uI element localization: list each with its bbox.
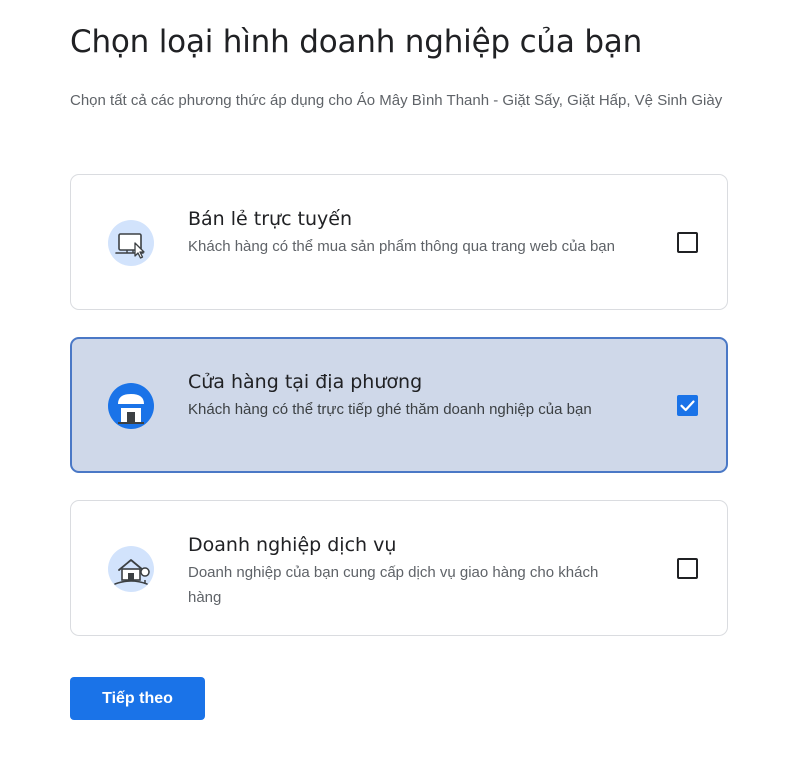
option-card-local-store[interactable]: Cửa hàng tại địa phương Khách hàng có th… (70, 337, 728, 473)
option-title: Cửa hàng tại địa phương (188, 371, 423, 393)
option-description: Doanh nghiệp của bạn cung cấp dịch vụ gi… (188, 564, 599, 606)
storefront-icon (105, 380, 157, 432)
page-subtitle: Chọn tất cả các phương thức áp dụng cho … (70, 92, 723, 109)
online-retail-icon (105, 217, 157, 269)
checkbox-local-store[interactable] (677, 395, 698, 416)
next-button[interactable]: Tiếp theo (70, 677, 205, 720)
checkbox-service-business[interactable] (677, 558, 698, 579)
checkbox-online-retail[interactable] (677, 232, 698, 253)
checkmark-icon (680, 400, 695, 412)
option-description: Khách hàng có thể mua sản phẩm thông qua… (188, 238, 615, 255)
option-title: Doanh nghiệp dịch vụ (188, 534, 397, 556)
option-title: Bán lẻ trực tuyến (188, 208, 353, 230)
option-card-service-business[interactable]: Doanh nghiệp dịch vụ Doanh nghiệp của bạ… (70, 500, 728, 636)
home-delivery-icon (105, 543, 157, 595)
page-title: Chọn loại hình doanh nghiệp của bạn (70, 24, 643, 60)
option-card-online-retail[interactable]: Bán lẻ trực tuyến Khách hàng có thể mua … (70, 174, 728, 310)
option-description: Khách hàng có thể trực tiếp ghé thăm doa… (188, 401, 592, 418)
